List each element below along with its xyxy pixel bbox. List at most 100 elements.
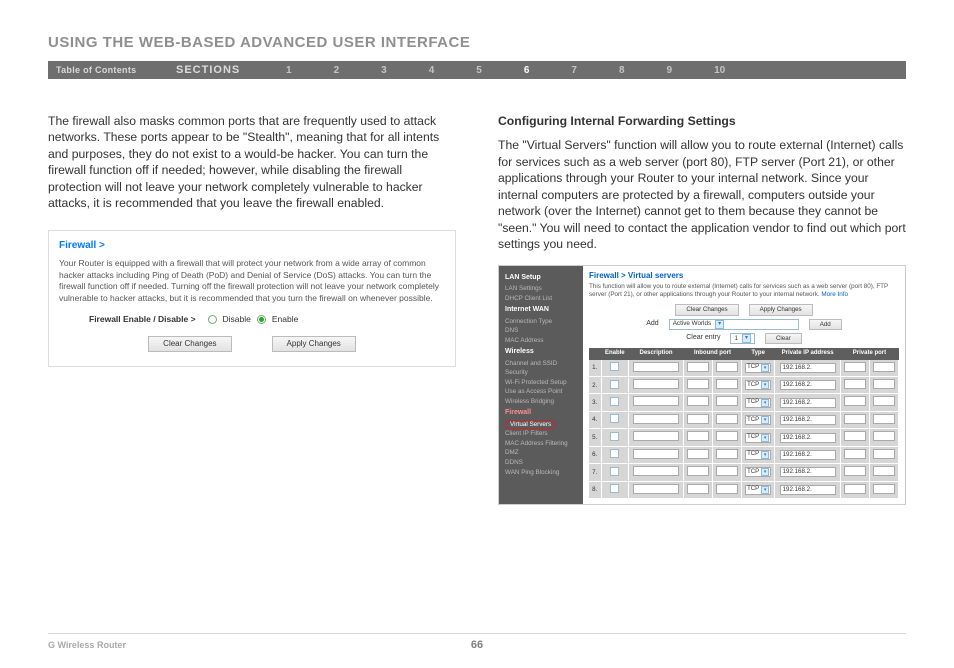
description-input[interactable] xyxy=(633,414,679,424)
section-link-7[interactable]: 7 xyxy=(571,65,577,76)
inbound-port-to-input[interactable] xyxy=(716,396,738,406)
private-ip-input[interactable]: 192.168.2. xyxy=(780,380,836,390)
private-ip-input[interactable]: 192.168.2. xyxy=(780,415,836,425)
sidebar-item-mac-address[interactable]: MAC Address xyxy=(505,336,577,346)
private-port-to-input[interactable] xyxy=(873,449,895,459)
more-info-link[interactable]: More Info xyxy=(821,291,848,298)
sidebar-item-ddns[interactable]: DDNS xyxy=(505,458,577,468)
private-port-from-input[interactable] xyxy=(844,396,866,406)
private-ip-input[interactable]: 192.168.2. xyxy=(780,398,836,408)
inbound-port-from-input[interactable] xyxy=(687,449,709,459)
private-port-to-input[interactable] xyxy=(873,379,895,389)
description-input[interactable] xyxy=(633,379,679,389)
type-select[interactable]: TCP▾ xyxy=(745,398,771,408)
private-ip-input[interactable]: 192.168.2. xyxy=(780,433,836,443)
enable-checkbox[interactable] xyxy=(610,432,619,441)
vs-apply-changes-button[interactable]: Apply Changes xyxy=(749,304,813,315)
sidebar-item-client-ip-filters[interactable]: Client IP Filters xyxy=(505,429,577,439)
sidebar-item-wps[interactable]: Wi-Fi Protected Setup xyxy=(505,378,577,388)
enable-radio[interactable] xyxy=(257,315,266,324)
enable-checkbox[interactable] xyxy=(610,467,619,476)
sidebar-item-virtual-servers[interactable]: Virtual Servers xyxy=(505,420,556,430)
type-select[interactable]: TCP▾ xyxy=(745,363,771,373)
vs-clear-changes-button[interactable]: Clear Changes xyxy=(675,304,738,315)
add-service-select[interactable]: Active Worlds▾ xyxy=(669,319,799,330)
section-link-1[interactable]: 1 xyxy=(286,65,292,76)
inbound-port-to-input[interactable] xyxy=(716,431,738,441)
private-port-from-input[interactable] xyxy=(844,362,866,372)
type-select[interactable]: TCP▾ xyxy=(745,485,771,495)
inbound-port-to-input[interactable] xyxy=(716,414,738,424)
enable-checkbox[interactable] xyxy=(610,484,619,493)
add-button[interactable]: Add xyxy=(809,319,842,330)
sidebar-item-dmz[interactable]: DMZ xyxy=(505,448,577,458)
private-port-to-input[interactable] xyxy=(873,466,895,476)
disable-radio[interactable] xyxy=(208,315,217,324)
private-port-to-input[interactable] xyxy=(873,431,895,441)
enable-checkbox[interactable] xyxy=(610,414,619,423)
enable-checkbox[interactable] xyxy=(610,449,619,458)
type-select[interactable]: TCP▾ xyxy=(745,433,771,443)
toc-link[interactable]: Table of Contents xyxy=(56,65,176,75)
type-select[interactable]: TCP▾ xyxy=(745,380,771,390)
enable-checkbox[interactable] xyxy=(610,397,619,406)
section-link-5[interactable]: 5 xyxy=(476,65,482,76)
description-input[interactable] xyxy=(633,449,679,459)
private-port-to-input[interactable] xyxy=(873,396,895,406)
sidebar-item-wireless-bridging[interactable]: Wireless Bridging xyxy=(505,397,577,407)
type-select[interactable]: TCP▾ xyxy=(745,467,771,477)
description-input[interactable] xyxy=(633,396,679,406)
clear-entry-select[interactable]: 1▾ xyxy=(730,333,755,344)
sidebar-item-wan-ping-blocking[interactable]: WAN Ping Blocking xyxy=(505,468,577,478)
description-input[interactable] xyxy=(633,484,679,494)
private-port-from-input[interactable] xyxy=(844,466,866,476)
inbound-port-to-input[interactable] xyxy=(716,379,738,389)
description-input[interactable] xyxy=(633,466,679,476)
section-link-6[interactable]: 6 xyxy=(524,65,530,76)
section-link-8[interactable]: 8 xyxy=(619,65,625,76)
sidebar-item-dhcp-list[interactable]: DHCP Client List xyxy=(505,294,577,304)
sidebar-item-use-as-ap[interactable]: Use as Access Point xyxy=(505,387,577,397)
section-link-4[interactable]: 4 xyxy=(429,65,435,76)
inbound-port-from-input[interactable] xyxy=(687,396,709,406)
private-port-from-input[interactable] xyxy=(844,431,866,441)
sidebar-item-channel-ssid[interactable]: Channel and SSID xyxy=(505,359,577,369)
private-port-to-input[interactable] xyxy=(873,484,895,494)
inbound-port-from-input[interactable] xyxy=(687,466,709,476)
private-ip-input[interactable]: 192.168.2. xyxy=(780,363,836,373)
private-ip-input[interactable]: 192.168.2. xyxy=(780,450,836,460)
sidebar-item-security[interactable]: Security xyxy=(505,368,577,378)
enable-checkbox[interactable] xyxy=(610,380,619,389)
sidebar-item-connection-type[interactable]: Connection Type xyxy=(505,317,577,327)
inbound-port-to-input[interactable] xyxy=(716,466,738,476)
clear-button[interactable]: Clear xyxy=(765,333,802,344)
private-port-to-input[interactable] xyxy=(873,414,895,424)
private-port-to-input[interactable] xyxy=(873,362,895,372)
apply-changes-button[interactable]: Apply Changes xyxy=(272,336,356,353)
inbound-port-to-input[interactable] xyxy=(716,362,738,372)
description-input[interactable] xyxy=(633,362,679,372)
inbound-port-to-input[interactable] xyxy=(716,484,738,494)
clear-changes-button[interactable]: Clear Changes xyxy=(148,336,231,353)
inbound-port-from-input[interactable] xyxy=(687,414,709,424)
section-link-9[interactable]: 9 xyxy=(667,65,673,76)
sidebar-item-lan-settings[interactable]: LAN Settings xyxy=(505,284,577,294)
inbound-port-from-input[interactable] xyxy=(687,379,709,389)
private-port-from-input[interactable] xyxy=(844,379,866,389)
enable-checkbox[interactable] xyxy=(610,362,619,371)
description-input[interactable] xyxy=(633,431,679,441)
sidebar-item-dns[interactable]: DNS xyxy=(505,326,577,336)
sidebar-item-mac-filtering[interactable]: MAC Address Filtering xyxy=(505,439,577,449)
private-ip-input[interactable]: 192.168.2. xyxy=(780,485,836,495)
inbound-port-from-input[interactable] xyxy=(687,431,709,441)
section-link-2[interactable]: 2 xyxy=(334,65,340,76)
type-select[interactable]: TCP▾ xyxy=(745,450,771,460)
inbound-port-to-input[interactable] xyxy=(716,449,738,459)
section-link-3[interactable]: 3 xyxy=(381,65,387,76)
inbound-port-from-input[interactable] xyxy=(687,484,709,494)
private-port-from-input[interactable] xyxy=(844,414,866,424)
inbound-port-from-input[interactable] xyxy=(687,362,709,372)
section-link-10[interactable]: 10 xyxy=(714,65,725,76)
type-select[interactable]: TCP▾ xyxy=(745,415,771,425)
private-port-from-input[interactable] xyxy=(844,449,866,459)
